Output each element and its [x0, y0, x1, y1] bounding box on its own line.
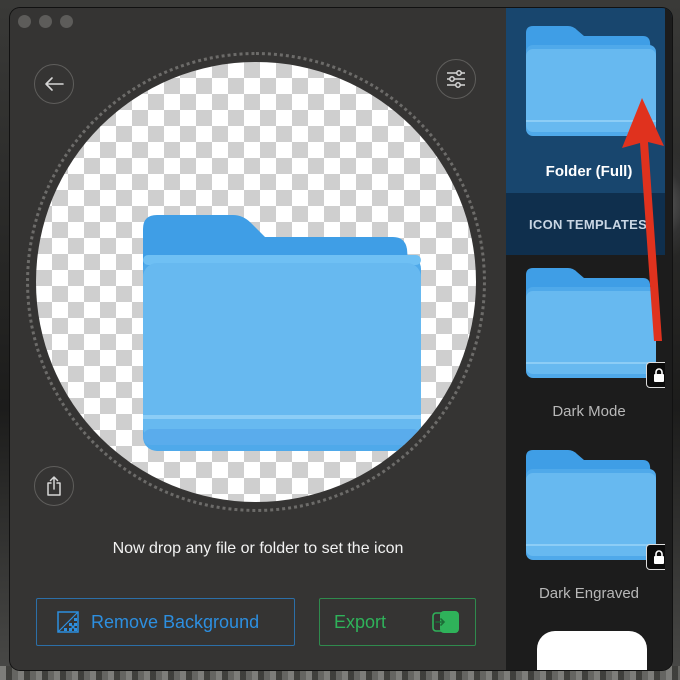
- back-button[interactable]: [34, 64, 74, 104]
- template-label: Dark Engraved: [538, 585, 640, 602]
- drop-hint-text: Now drop any file or folder to set the i…: [112, 540, 404, 557]
- arrow-left-icon: [45, 77, 64, 91]
- remove-background-icon: [57, 611, 79, 633]
- zoom-window-button[interactable]: [60, 15, 73, 28]
- annotation-arrow-icon: [622, 98, 664, 341]
- export-icon: [431, 609, 461, 635]
- traffic-lights: [18, 15, 73, 28]
- sliders-icon: [447, 70, 465, 88]
- close-window-button[interactable]: [18, 15, 31, 28]
- minimize-window-button[interactable]: [39, 15, 52, 28]
- share-button[interactable]: [34, 466, 74, 506]
- export-button[interactable]: Export: [319, 598, 476, 646]
- folder-icon: [526, 450, 656, 560]
- template-card-dark-engraved[interactable]: Dark Engraved: [506, 440, 672, 620]
- remove-background-button[interactable]: Remove Background: [36, 598, 295, 646]
- share-icon: [47, 476, 61, 496]
- folder-icon: [143, 215, 421, 451]
- main-panel: Now drop any file or folder to set the i…: [10, 8, 506, 670]
- remove-background-label: Remove Background: [91, 611, 260, 632]
- settings-button[interactable]: [436, 59, 476, 99]
- app-window: Now drop any file or folder to set the i…: [10, 8, 672, 670]
- template-card-partial[interactable]: [537, 631, 647, 670]
- template-label: Dark Mode: [552, 403, 626, 420]
- icon-drop-canvas[interactable]: [36, 62, 476, 502]
- export-label: Export: [334, 611, 387, 632]
